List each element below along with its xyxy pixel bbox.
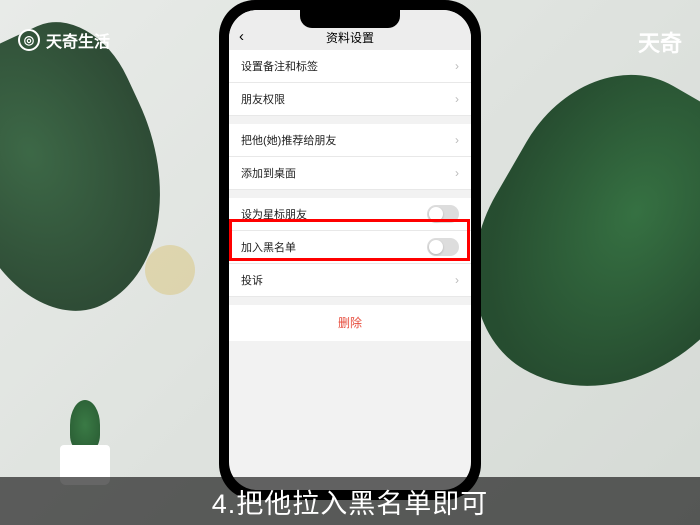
brand-logo-right: 天奇 — [638, 26, 682, 58]
chevron-right-icon: › — [455, 92, 459, 106]
brand-logo-left: ◎ 天奇生活 — [18, 28, 110, 52]
row-permission[interactable]: 朋友权限 › — [229, 83, 471, 116]
toggle-switch[interactable] — [427, 205, 459, 223]
row-label: 朋友权限 — [241, 91, 285, 107]
tutorial-caption: 4.把他拉入黑名单即可 — [0, 477, 700, 525]
delete-button[interactable]: 删除 — [229, 305, 471, 341]
chevron-right-icon: › — [455, 133, 459, 147]
row-star-friend[interactable]: 设为星标朋友 — [229, 198, 471, 231]
page-title: 资料设置 — [326, 29, 374, 46]
chevron-right-icon: › — [455, 59, 459, 73]
row-label: 把他(她)推荐给朋友 — [241, 132, 336, 148]
chevron-right-icon: › — [455, 273, 459, 287]
row-desktop[interactable]: 添加到桌面 › — [229, 157, 471, 190]
circle-decoration — [145, 245, 195, 295]
row-report[interactable]: 投诉 › — [229, 264, 471, 297]
row-remark[interactable]: 设置备注和标签 › — [229, 50, 471, 83]
chevron-right-icon: › — [455, 166, 459, 180]
row-label: 投诉 — [241, 272, 263, 288]
row-label: 添加到桌面 — [241, 165, 296, 181]
brand-icon: ◎ — [18, 29, 40, 51]
phone-screen: ‹ 资料设置 设置备注和标签 › 朋友权限 › 把他(她)推荐给朋友 › 添加到… — [229, 10, 471, 490]
row-label: 设置备注和标签 — [241, 58, 318, 74]
row-recommend[interactable]: 把他(她)推荐给朋友 › — [229, 124, 471, 157]
phone-frame: ‹ 资料设置 设置备注和标签 › 朋友权限 › 把他(她)推荐给朋友 › 添加到… — [219, 0, 481, 500]
row-label: 设为星标朋友 — [241, 206, 307, 222]
row-label: 加入黑名单 — [241, 239, 296, 255]
section-spacer — [229, 190, 471, 198]
section-spacer — [229, 297, 471, 305]
phone-notch — [300, 10, 400, 28]
plant-decoration — [55, 405, 115, 485]
section-spacer — [229, 116, 471, 124]
row-blacklist[interactable]: 加入黑名单 — [229, 231, 471, 264]
back-button[interactable]: ‹ — [239, 28, 244, 45]
settings-list: 设置备注和标签 › 朋友权限 › 把他(她)推荐给朋友 › 添加到桌面 › 设为… — [229, 50, 471, 341]
toggle-switch[interactable] — [427, 238, 459, 256]
